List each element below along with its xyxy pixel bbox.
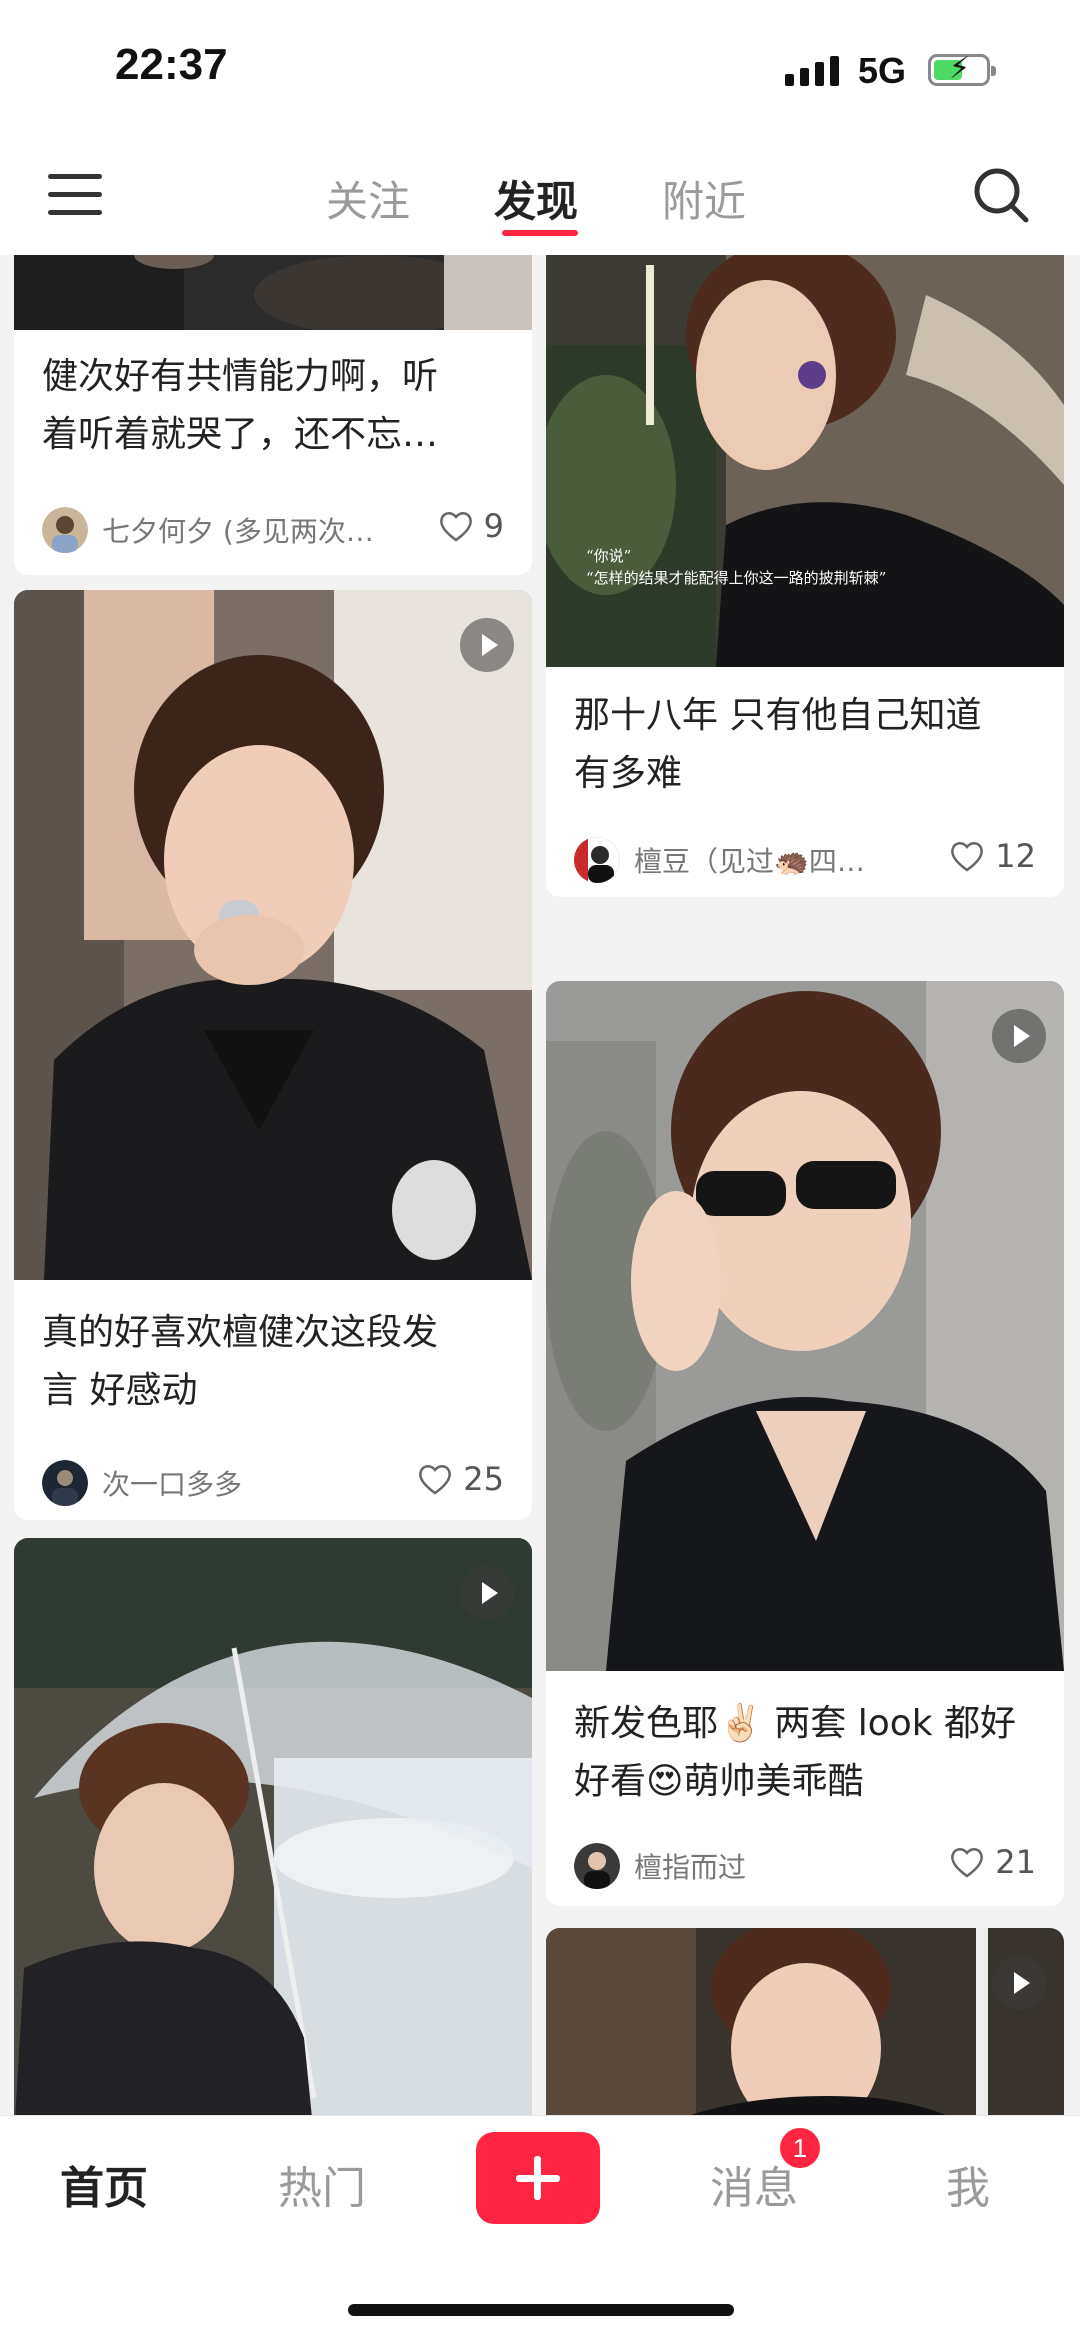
nav-trending[interactable]: 热门 — [278, 2152, 366, 2216]
like-count: 25 — [463, 1460, 504, 1498]
author-name: 檀指而过 — [634, 1851, 747, 1884]
note-cover-image — [14, 255, 532, 330]
video-play-icon — [992, 1009, 1046, 1063]
note-author[interactable]: 檀指而过 — [574, 1843, 746, 1889]
active-tab-indicator — [502, 230, 578, 236]
note-author[interactable]: 七夕何夕 (多见两次… — [42, 507, 374, 553]
note-card[interactable]: “你说” “怎样的结果才能配得上你这一路的披荆斩棘” 那十八年 只有他自己知道 … — [546, 255, 1064, 897]
home-indicator — [348, 2304, 734, 2316]
note-title: 真的好喜欢檀健次这段发 言 好感动 — [42, 1312, 439, 1411]
like-button[interactable]: 12 — [949, 837, 1036, 875]
note-card[interactable] — [14, 1538, 532, 2115]
like-count: 9 — [483, 507, 504, 545]
note-cover-image — [14, 1538, 532, 2115]
note-title: 健次好有共情能力啊，听 着听着就哭了，还不忘… — [42, 356, 439, 455]
heart-icon — [419, 1465, 452, 1495]
like-count: 21 — [995, 1843, 1036, 1881]
heart-icon — [951, 842, 984, 872]
heart-icon — [951, 1848, 984, 1878]
note-title: 新发色耶✌🏻 两套 look 都好 好看😍萌帅美乖酷 — [574, 1703, 1017, 1802]
like-button[interactable]: 9 — [438, 507, 504, 545]
menu-icon[interactable] — [48, 170, 102, 220]
cover-caption: “你说” “怎样的结果才能配得上你这一路的披荆斩棘” — [586, 547, 887, 587]
like-count: 12 — [995, 837, 1036, 875]
discover-feed: 健次好有共情能力啊，听 着听着就哭了，还不忘… 七夕何夕 (多见两次… 9 真的… — [0, 255, 1080, 2115]
tab-nearby[interactable]: 附近 — [662, 168, 746, 229]
note-card[interactable]: 新发色耶✌🏻 两套 look 都好 好看😍萌帅美乖酷 檀指而过 21 — [546, 981, 1064, 1906]
messages-badge: 1 — [780, 2128, 820, 2168]
avatar — [574, 1843, 620, 1889]
note-cover-image — [14, 590, 532, 1280]
author-name: 次一口多多 — [102, 1468, 243, 1501]
network-type: 5G — [858, 50, 907, 91]
note-title: 那十八年 只有他自己知道 有多难 — [574, 695, 982, 794]
heart-icon — [439, 512, 472, 542]
status-bar: 22:37 5G ⚡ — [0, 0, 1080, 140]
battery-icon: ⚡ — [928, 51, 996, 86]
note-card[interactable] — [546, 1928, 1064, 2115]
avatar — [42, 1460, 88, 1506]
avatar — [42, 507, 88, 553]
author-name: 七夕何夕 (多见两次… — [102, 515, 374, 548]
nav-home[interactable]: 首页 — [60, 2152, 148, 2216]
top-nav: 关注 发现 附近 — [0, 140, 1080, 255]
tab-following[interactable]: 关注 — [326, 168, 410, 229]
video-play-icon — [992, 1956, 1046, 2010]
note-card[interactable]: 健次好有共情能力啊，听 着听着就哭了，还不忘… 七夕何夕 (多见两次… 9 — [14, 255, 532, 575]
note-cover-image — [546, 255, 1064, 667]
video-play-icon — [460, 618, 514, 672]
author-name: 檀豆（见过🦔四… — [634, 845, 865, 878]
bottom-nav: 首页 热门 消息 1 我 — [0, 2115, 1080, 2338]
note-card[interactable]: 真的好喜欢檀健次这段发 言 好感动 次一口多多 25 — [14, 590, 532, 1520]
search-icon[interactable] — [972, 166, 1030, 224]
note-cover-image — [546, 981, 1064, 1671]
note-author[interactable]: 檀豆（见过🦔四… — [574, 837, 865, 883]
tab-discover[interactable]: 发现 — [494, 168, 578, 229]
like-button[interactable]: 21 — [949, 1843, 1036, 1881]
like-button[interactable]: 25 — [417, 1460, 504, 1498]
status-time: 22:37 — [115, 40, 228, 89]
note-cover-image — [546, 1928, 1064, 2115]
note-author[interactable]: 次一口多多 — [42, 1460, 242, 1506]
avatar — [574, 837, 620, 883]
nav-me[interactable]: 我 — [946, 2152, 990, 2216]
video-play-icon — [460, 1566, 514, 1620]
signal-icon — [785, 56, 839, 86]
add-post-button[interactable] — [476, 2132, 600, 2224]
